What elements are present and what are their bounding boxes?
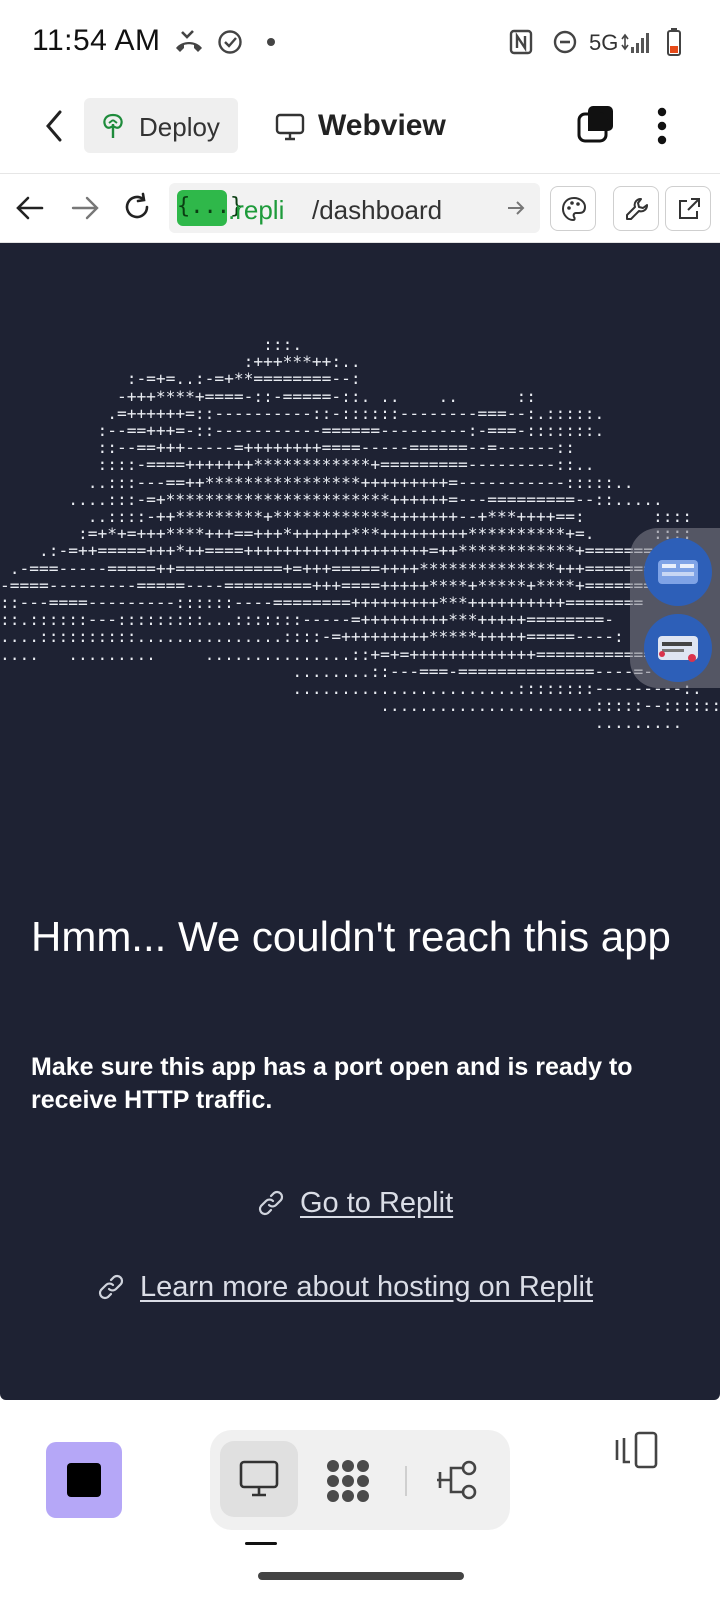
wrench-button[interactable] [613, 186, 659, 231]
floating-bubble-strip [630, 528, 720, 688]
home-indicator [258, 1572, 464, 1580]
url-path: /dashboard [312, 195, 443, 225]
signal-icon [620, 29, 652, 55]
hosting-docs-label[interactable]: Learn more about hosting on Replit [140, 1271, 593, 1304]
forward-arrow-icon[interactable] [71, 195, 99, 221]
hosting-docs-link[interactable]: Learn more about hosting on Replit [96, 1267, 593, 1307]
error-message: Make sure this app has a port open and i… [31, 1053, 633, 1114]
back-arrow-icon[interactable] [16, 195, 44, 221]
chevron-left-icon[interactable] [40, 108, 68, 144]
reload-icon[interactable] [122, 192, 152, 222]
link-icon [96, 1272, 126, 1302]
panel-toggle-icon[interactable] [614, 1430, 660, 1470]
link-icon [256, 1188, 286, 1218]
ascii-art: :::. :+++***++:.. :-=+=..:-=+**========-… [0, 335, 720, 733]
more-vertical-icon[interactable] [656, 106, 668, 146]
external-link-icon [676, 196, 702, 222]
monitor-icon [275, 113, 305, 141]
view-switcher [210, 1430, 510, 1530]
wrench-icon [624, 196, 650, 222]
open-external-button[interactable] [665, 186, 711, 231]
webview-content: :::. :+++***++:.. :-=+=..:-=+**========-… [0, 243, 720, 1400]
go-arrow-icon[interactable] [506, 199, 526, 217]
divider [405, 1466, 407, 1496]
url-badge: {...} [177, 190, 243, 226]
url-domain: .repli [228, 195, 285, 225]
chat-bubble-1[interactable] [644, 538, 712, 606]
deploy-label: Deploy [139, 112, 220, 142]
do-not-disturb-icon [553, 30, 577, 54]
stop-button[interactable] [46, 1442, 122, 1518]
deploy-tree-icon [100, 112, 126, 140]
go-to-replit-link[interactable]: Go to Replit [256, 1183, 453, 1223]
palette-icon [561, 196, 587, 222]
status-bar: 11:54 AM 5G [0, 0, 720, 80]
battery-low-icon [666, 27, 682, 57]
error-title: Hmm... We couldn't reach this app [31, 913, 671, 960]
webview-tab[interactable] [220, 1441, 298, 1517]
go-to-replit-label[interactable]: Go to Replit [300, 1187, 453, 1220]
dot-icon [267, 38, 275, 46]
top-bar: Deploy Webview [0, 80, 720, 174]
active-tab-indicator [245, 1542, 277, 1545]
tabs-icon[interactable] [576, 104, 616, 144]
url-bar: {...} .repli /dashboard [0, 175, 720, 243]
monitor-icon [239, 1460, 279, 1498]
chat-bubble-2[interactable] [644, 614, 712, 682]
stop-icon [67, 1463, 101, 1497]
check-circle-icon [217, 29, 243, 55]
network-type: 5G [589, 30, 619, 55]
deploy-button[interactable]: Deploy [84, 98, 238, 153]
url-field[interactable]: {...} .repli /dashboard [169, 183, 540, 233]
nfc-icon [509, 29, 533, 55]
missed-call-icon [173, 28, 205, 54]
palette-button[interactable] [550, 186, 596, 231]
extensions-grid-icon[interactable] [324, 1458, 372, 1504]
git-branch-icon[interactable] [435, 1458, 481, 1502]
status-time: 11:54 AM [32, 24, 161, 57]
page-title: Webview [318, 109, 446, 142]
bottom-nav [0, 1400, 720, 1600]
